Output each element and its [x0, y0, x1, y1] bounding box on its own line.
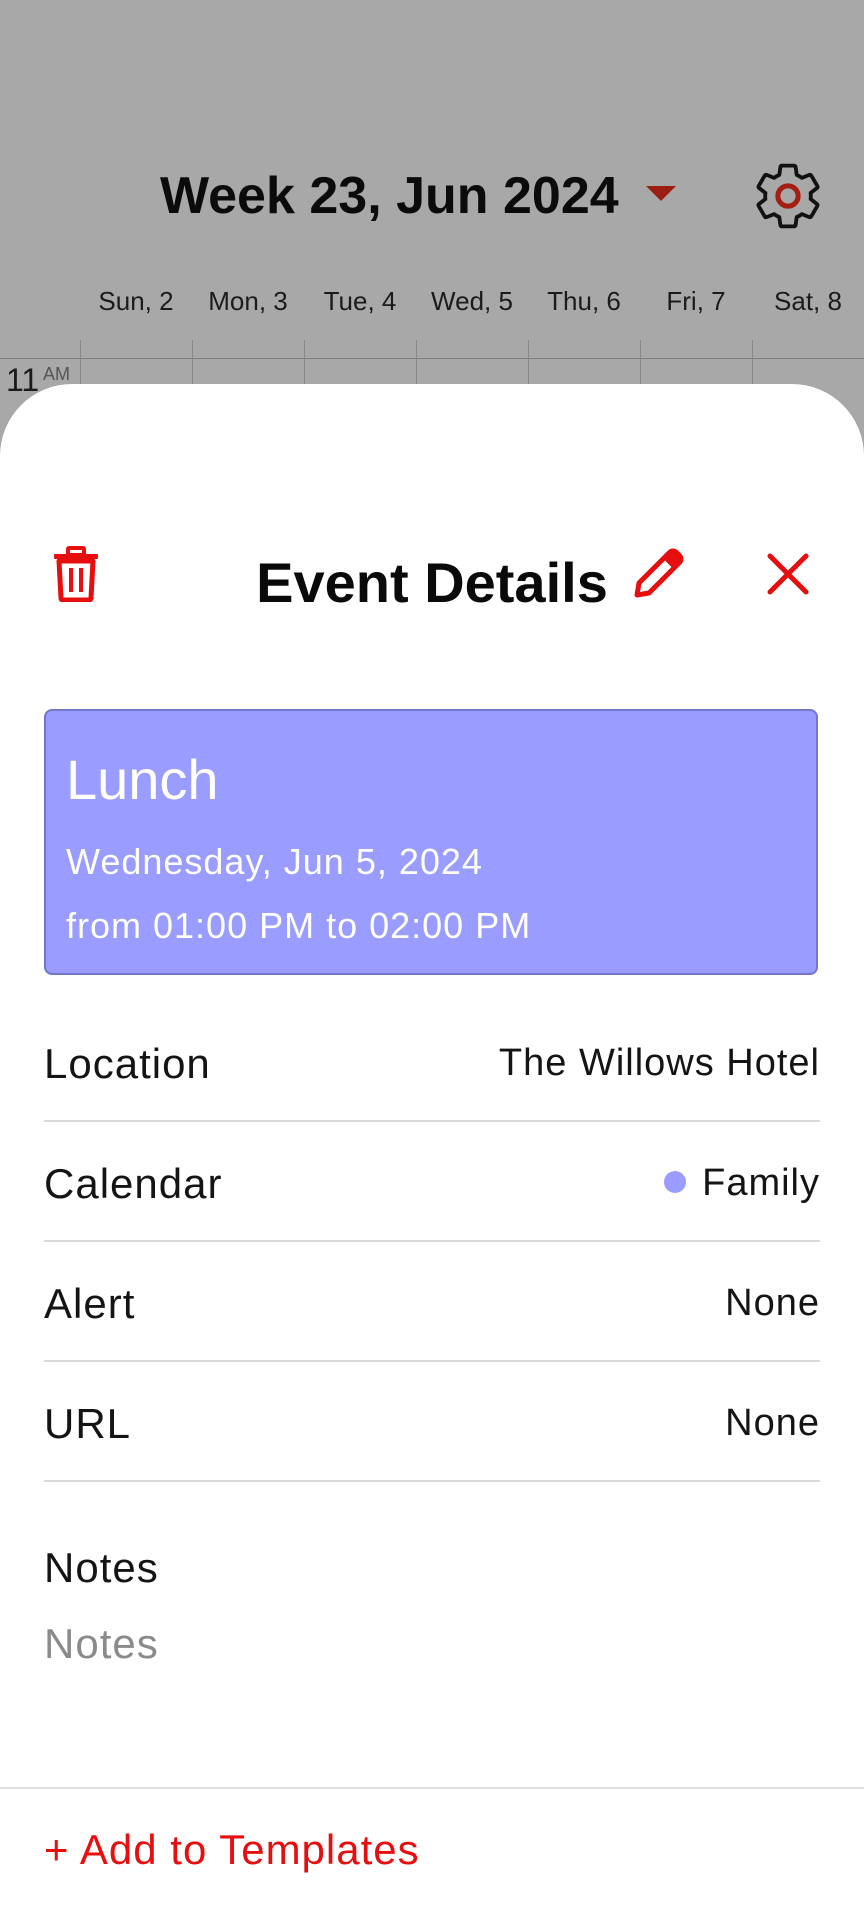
- notes-input[interactable]: [44, 1614, 820, 1674]
- event-date: Wednesday, Jun 5, 2024: [66, 841, 483, 882]
- caret-down-icon[interactable]: [646, 186, 676, 201]
- url-value: None: [725, 1402, 820, 1444]
- calendar-value-wrapper: Family: [664, 1162, 820, 1205]
- location-row[interactable]: Location The Willows Hotel: [44, 1002, 820, 1122]
- event-details-sheet: Event Details Lunch Wednesday, Jun 5, 20…: [0, 384, 864, 1920]
- calendar-row[interactable]: Calendar Family: [44, 1122, 820, 1242]
- day-label[interactable]: Sun, 2: [98, 286, 173, 317]
- day-label[interactable]: Tue, 4: [324, 286, 397, 317]
- event-title: Lunch: [66, 748, 219, 811]
- day-label[interactable]: Thu, 6: [547, 286, 621, 317]
- pencil-icon[interactable]: [618, 534, 698, 614]
- calendar-value: Family: [702, 1162, 820, 1204]
- alert-value: None: [725, 1282, 820, 1324]
- day-label[interactable]: Mon, 3: [208, 286, 288, 317]
- location-value: The Willows Hotel: [498, 1042, 820, 1084]
- sheet-title: Event Details: [256, 551, 608, 614]
- alert-row[interactable]: Alert None: [44, 1242, 820, 1362]
- event-card[interactable]: Lunch Wednesday, Jun 5, 2024 from 01:00 …: [44, 709, 818, 975]
- weekday-row: Sun, 2 Mon, 3 Tue, 4 Wed, 5 Thu, 6 Fri, …: [82, 286, 864, 316]
- url-label: URL: [44, 1400, 132, 1447]
- notes-label: Notes: [44, 1544, 159, 1591]
- close-icon[interactable]: [748, 534, 828, 614]
- grid-line: [0, 358, 864, 359]
- calendar-color-dot: [664, 1170, 687, 1193]
- alert-label: Alert: [44, 1280, 136, 1327]
- location-label: Location: [44, 1040, 211, 1087]
- footer-divider: [0, 1787, 864, 1789]
- add-to-templates-button[interactable]: + Add to Templates: [44, 1826, 420, 1874]
- day-label[interactable]: Fri, 7: [666, 286, 725, 317]
- gear-icon[interactable]: [750, 158, 826, 234]
- day-label[interactable]: Sat, 8: [774, 286, 842, 317]
- event-time: from 01:00 PM to 02:00 PM: [66, 905, 532, 946]
- calendar-label: Calendar: [44, 1160, 223, 1207]
- calendar-header: Week 23, Jun 2024 Sun, 2 Mon, 3 Tue, 4 W…: [0, 0, 864, 400]
- url-row[interactable]: URL None: [44, 1362, 820, 1482]
- hour-suffix: AM: [43, 364, 70, 384]
- week-title[interactable]: Week 23, Jun 2024: [160, 166, 619, 226]
- day-label[interactable]: Wed, 5: [431, 286, 513, 317]
